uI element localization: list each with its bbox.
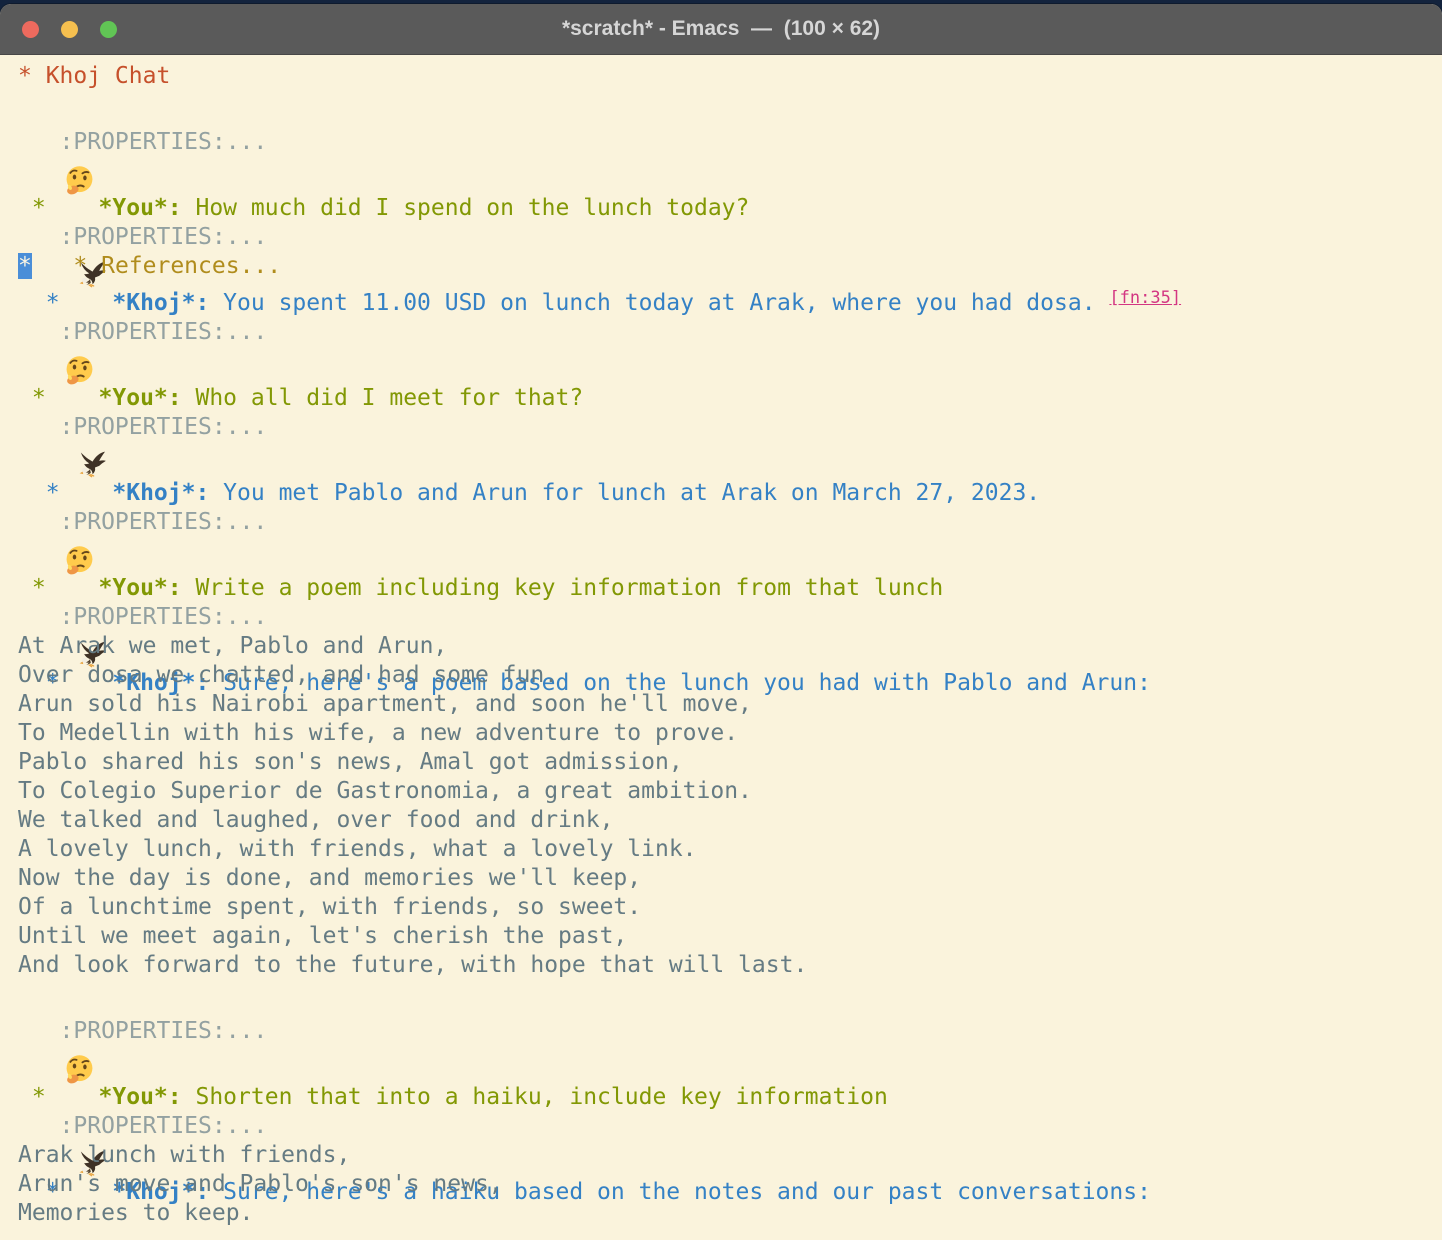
zoom-button[interactable] — [100, 21, 117, 38]
text-plain — [32, 253, 74, 279]
empty-line — [18, 157, 1442, 186]
text-body: Now the day is done, and memories we'll … — [18, 865, 641, 891]
text-prop[interactable]: :PROPERTIES:... — [18, 319, 267, 345]
text-body: Memories to keep. — [18, 1200, 253, 1226]
thinking-face-emoji-icon — [64, 281, 95, 311]
chat-message-khoj: * *Khoj*: You met Pablo and Arun for lun… — [18, 376, 1442, 413]
poem-line: Of a lunchtime spent, with friends, so s… — [18, 893, 1442, 922]
empty-line — [18, 537, 1442, 566]
text-body: Of a lunchtime spent, with friends, so s… — [18, 894, 641, 920]
text-prop[interactable]: :PROPERTIES:... — [18, 1113, 267, 1139]
editor-buffer[interactable]: * Khoj Chat * *You*: How much did I spen… — [0, 55, 1442, 1228]
poem-line: A lovely lunch, with friends, what a lov… — [18, 835, 1442, 864]
haiku-line: Arak lunch with friends, — [18, 1141, 1442, 1170]
footnote-link[interactable]: [fn:35] — [1109, 288, 1181, 308]
khoj-chat-title: * Khoj Chat — [18, 63, 170, 89]
text-prop[interactable]: :PROPERTIES:... — [18, 509, 267, 535]
text-body: We talked and laughed, over food and dri… — [18, 807, 613, 833]
chat-message-you: * *You*: Shorten that into a haiku, incl… — [18, 980, 1442, 1017]
text-body: And look forward to the future, with hop… — [18, 952, 807, 978]
thinking-face-emoji-icon — [64, 91, 95, 121]
properties-drawer: :PROPERTIES:... — [18, 128, 1442, 157]
properties-drawer: :PROPERTIES:... — [18, 318, 1442, 347]
poem-line: We talked and laughed, over food and dri… — [18, 806, 1442, 835]
properties-drawer: :PROPERTIES:... — [18, 1112, 1442, 1141]
text-prop[interactable]: :PROPERTIES:... — [18, 1018, 267, 1044]
emacs-window: *scratch* - Emacs — (100 × 62) * Khoj Ch… — [0, 4, 1442, 1240]
chat-message-khoj: * *Khoj*: Sure, here's a haiku based on … — [18, 1075, 1442, 1112]
text-body: Arak lunch with friends, — [18, 1142, 350, 1168]
text-body: Until we meet again, let's cherish the p… — [18, 923, 627, 949]
thinking-face-emoji-icon — [64, 980, 95, 1010]
properties-drawer: :PROPERTIES:... — [18, 603, 1442, 632]
chat-message-you: * *You*: How much did I spend on the lun… — [18, 91, 1442, 128]
chat-message-you: * *You*: Write a poem including key info… — [18, 471, 1442, 508]
minimize-button[interactable] — [61, 21, 78, 38]
properties-drawer: :PROPERTIES:... — [18, 223, 1442, 252]
text-body: Arun sold his Nairobi apartment, and soo… — [18, 691, 752, 717]
eagle-emoji-icon — [77, 186, 108, 216]
org-title-heading: * Khoj Chat — [18, 62, 1442, 91]
poem-line: To Medellin with his wife, a new adventu… — [18, 719, 1442, 748]
text-body: A lovely lunch, with friends, what a lov… — [18, 836, 697, 862]
properties-drawer: :PROPERTIES:... — [18, 413, 1442, 442]
poem-line: Arun sold his Nairobi apartment, and soo… — [18, 690, 1442, 719]
properties-drawer: :PROPERTIES:... — [18, 508, 1442, 537]
window-title: *scratch* - Emacs — (100 × 62) — [562, 17, 880, 41]
poem-line: At Arak we met, Pablo and Arun, — [18, 632, 1442, 661]
close-button[interactable] — [22, 21, 39, 38]
poem-line: To Colegio Superior de Gastronomia, a gr… — [18, 777, 1442, 806]
text-cursor: * — [18, 253, 32, 279]
eagle-emoji-icon — [77, 1075, 108, 1105]
poem-line: Now the day is done, and memories we'll … — [18, 864, 1442, 893]
text-body: Over dosa we chatted, and had some fun. — [18, 662, 558, 688]
text-prop[interactable]: :PROPERTIES:... — [18, 224, 267, 250]
chat-message-khoj: * *Khoj*: Sure, here's a poem based on t… — [18, 566, 1442, 603]
text-body: At Arak we met, Pablo and Arun, — [18, 633, 447, 659]
text-body: To Medellin with his wife, a new adventu… — [18, 720, 738, 746]
text-body: To Colegio Superior de Gastronomia, a gr… — [18, 778, 752, 804]
properties-drawer: :PROPERTIES:... — [18, 1017, 1442, 1046]
empty-line — [18, 1046, 1442, 1075]
text-prop[interactable]: :PROPERTIES:... — [18, 414, 267, 440]
traffic-light-controls — [22, 4, 117, 54]
references-heading: * * References... — [18, 252, 1442, 281]
eagle-emoji-icon — [77, 566, 108, 596]
text-body: Pablo shared his son's news, Amal got ad… — [18, 749, 683, 775]
text-prop[interactable]: :PROPERTIES:... — [18, 129, 267, 155]
eagle-emoji-icon — [77, 376, 108, 406]
empty-line — [18, 442, 1442, 471]
window-titlebar[interactable]: *scratch* - Emacs — (100 × 62) — [0, 4, 1442, 55]
references-folded-heading[interactable]: * References... — [73, 253, 281, 279]
poem-line: Pablo shared his son's news, Amal got ad… — [18, 748, 1442, 777]
thinking-face-emoji-icon — [64, 471, 95, 501]
poem-line: And look forward to the future, with hop… — [18, 951, 1442, 980]
text-prop[interactable]: :PROPERTIES:... — [18, 604, 267, 630]
text-body: Arun's move and Pablo's son's news, — [18, 1171, 503, 1197]
chat-message-khoj: * *Khoj*: You spent 11.00 USD on lunch t… — [18, 186, 1442, 223]
empty-line — [18, 347, 1442, 376]
poem-line: Until we meet again, let's cherish the p… — [18, 922, 1442, 951]
